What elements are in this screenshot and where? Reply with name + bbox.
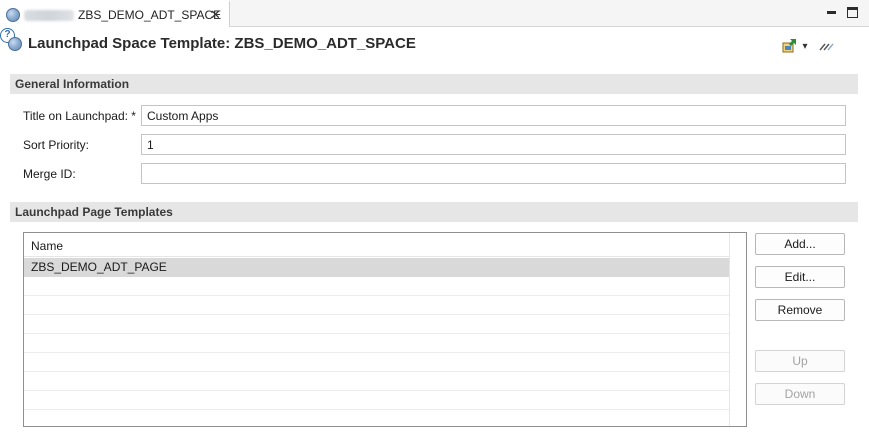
table-row-empty [24, 410, 729, 426]
link-icon[interactable] [818, 38, 834, 54]
page-templates-table[interactable]: Name ZBS_DEMO_ADT_PAGE [23, 232, 747, 427]
table-row-empty [24, 391, 729, 410]
tab-label: ZBS_DEMO_ADT_SPACE [78, 8, 222, 22]
merge-id-label: Merge ID: [23, 167, 76, 181]
space-object-icon [6, 8, 20, 22]
remove-button[interactable]: Remove [755, 299, 845, 321]
table-row-empty [24, 277, 729, 296]
table-row-empty [24, 353, 729, 372]
merge-id-input[interactable] [141, 163, 846, 184]
table-row-empty [24, 296, 729, 315]
up-button[interactable]: Up [755, 350, 845, 372]
close-icon[interactable]: ✕ [210, 8, 221, 22]
column-name-header: Name [31, 239, 64, 253]
editor-tab-bar: ZBS_DEMO_ADT_SPACE ✕ [0, 0, 869, 27]
title-label: Title on Launchpad: * [23, 109, 136, 123]
maximize-icon[interactable] [847, 7, 858, 18]
row-name: ZBS_DEMO_ADT_PAGE [31, 260, 167, 274]
section-title: General Information [15, 77, 130, 91]
table-row-empty [24, 372, 729, 391]
general-information-header: General Information [10, 74, 858, 94]
table-row-empty [24, 334, 729, 353]
page-title: Launchpad Space Template: ZBS_DEMO_ADT_S… [28, 35, 416, 52]
sort-priority-input[interactable] [141, 134, 846, 155]
minimize-icon[interactable] [826, 6, 838, 18]
down-button[interactable]: Down [755, 383, 845, 405]
redacted-prefix [24, 10, 74, 21]
table-row-empty [24, 315, 729, 334]
table-header[interactable]: Name [24, 233, 729, 257]
edit-button[interactable]: Edit... [755, 266, 845, 288]
page-templates-header: Launchpad Page Templates [10, 202, 858, 222]
section-title: Launchpad Page Templates [15, 205, 173, 219]
space-object-icon [8, 37, 22, 51]
dropdown-arrow-icon[interactable]: ▾ [800, 38, 810, 54]
navigate-icon[interactable] [781, 38, 797, 54]
sort-priority-label: Sort Priority: [23, 138, 90, 152]
title-input[interactable] [141, 105, 846, 126]
editor-tab[interactable]: ZBS_DEMO_ADT_SPACE ✕ [0, 0, 230, 27]
add-button[interactable]: Add... [755, 233, 845, 255]
page-header: Launchpad Space Template: ZBS_DEMO_ADT_S… [0, 28, 869, 62]
table-row[interactable]: ZBS_DEMO_ADT_PAGE [24, 258, 729, 277]
scrollbar-track[interactable] [729, 233, 730, 426]
